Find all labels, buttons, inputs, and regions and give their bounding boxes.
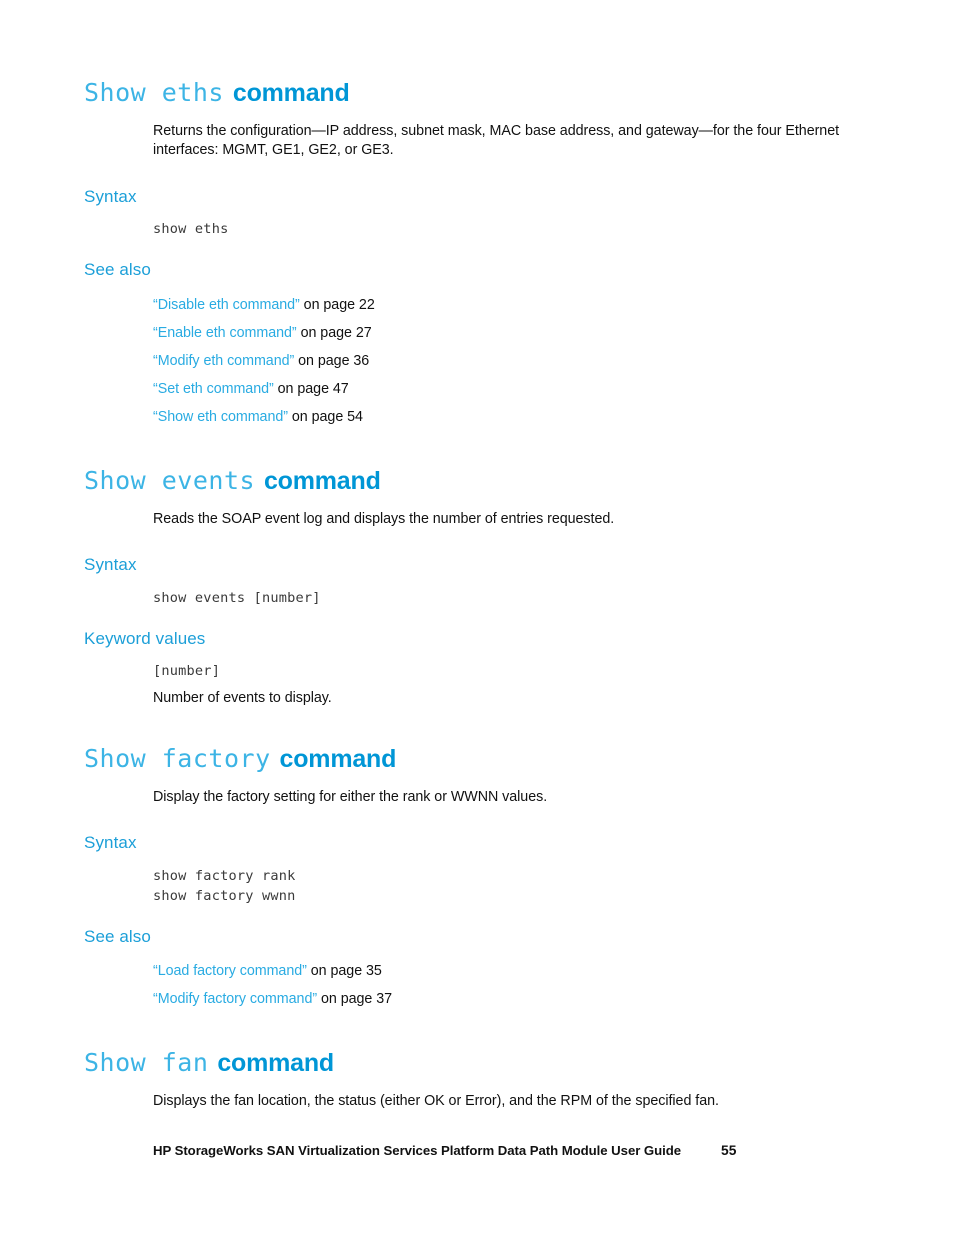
cross-reference-page: on page 35 — [306, 963, 382, 980]
subheading-keyword-values: Keyword values — [84, 628, 206, 648]
heading-command-word: command — [217, 1049, 334, 1078]
keyword-description: Number of events to display. — [153, 690, 332, 707]
cross-reference-page: on page 22 — [299, 296, 375, 313]
document-page: Show eths command Returns the configurat… — [0, 0, 954, 1235]
cross-reference-page: on page 27 — [296, 324, 372, 341]
footer-page-number: 55 — [721, 1143, 737, 1158]
keyword-code-line: [number] — [153, 663, 221, 680]
footer-title: HP StorageWorks SAN Virtualization Servi… — [153, 1143, 682, 1158]
heading-command-word: command — [279, 744, 397, 773]
subheading-syntax: Syntax — [84, 833, 137, 853]
subheading-see-also: See also — [84, 260, 151, 280]
cross-reference-item: “Modify factory command” on page 37 — [153, 985, 874, 1013]
page-footer: HP StorageWorks SAN Virtualization Servi… — [84, 1143, 874, 1165]
section-heading-show-fan: Show fan command — [84, 1044, 874, 1078]
subheading-syntax: Syntax — [84, 555, 137, 575]
cross-reference-link[interactable]: “Modify eth command” — [153, 353, 294, 369]
syntax-code-line: show events [number] — [153, 589, 321, 606]
cross-reference-link[interactable]: “Show eth command” — [153, 409, 288, 425]
heading-command-name: Show factory — [84, 743, 271, 773]
section-heading-show-eths: Show eths command — [84, 74, 874, 108]
footer-inner: HP StorageWorks SAN Virtualization Servi… — [153, 1143, 736, 1158]
subheading-see-also: See also — [84, 926, 151, 946]
syntax-code-line: show factory wwnn — [153, 887, 296, 904]
cross-reference-item: “Enable eth command” on page 27 — [153, 319, 874, 347]
cross-reference-item: “Modify eth command” on page 36 — [153, 347, 874, 375]
page-content: Show eths command Returns the configurat… — [84, 74, 874, 1112]
cross-reference-link[interactable]: “Modify factory command” — [153, 991, 317, 1007]
cross-reference-item: “Load factory command” on page 35 — [153, 957, 874, 985]
section-heading-show-events: Show events command — [84, 462, 874, 496]
heading-command-name: Show fan — [84, 1048, 209, 1078]
cross-reference-link[interactable]: “Load factory command” — [153, 963, 307, 979]
cross-reference-item: “Set eth command” on page 47 — [153, 375, 874, 403]
subheading-syntax: Syntax — [84, 186, 137, 206]
cross-reference-page: on page 36 — [294, 352, 370, 369]
cross-reference-page: on page 37 — [317, 991, 393, 1008]
cross-reference-link[interactable]: “Enable eth command” — [153, 325, 297, 341]
section-description: Displays the fan location, the status (e… — [153, 1093, 719, 1109]
cross-reference-item: “Disable eth command” on page 22 — [153, 291, 874, 319]
cross-reference-item: “Show eth command” on page 54 — [153, 403, 874, 431]
cross-reference-page: on page 54 — [287, 408, 363, 425]
cross-reference-link[interactable]: “Set eth command” — [153, 381, 274, 397]
section-description: Display the factory setting for either t… — [153, 788, 548, 805]
cross-reference-link[interactable]: “Disable eth command” — [153, 297, 300, 313]
syntax-code-line: show eths — [153, 221, 229, 238]
section-heading-show-factory: Show factory command — [84, 740, 874, 774]
heading-command-name: Show events — [84, 465, 256, 495]
heading-command-word: command — [263, 466, 381, 495]
section-description: Returns the configuration—IP address, su… — [153, 122, 840, 159]
heading-command-name: Show eths — [84, 78, 224, 107]
heading-command-word: command — [232, 79, 350, 107]
syntax-code-line: show factory rank — [153, 867, 296, 884]
section-description: Reads the SOAP event log and displays th… — [153, 510, 615, 527]
cross-reference-page: on page 47 — [273, 380, 349, 397]
